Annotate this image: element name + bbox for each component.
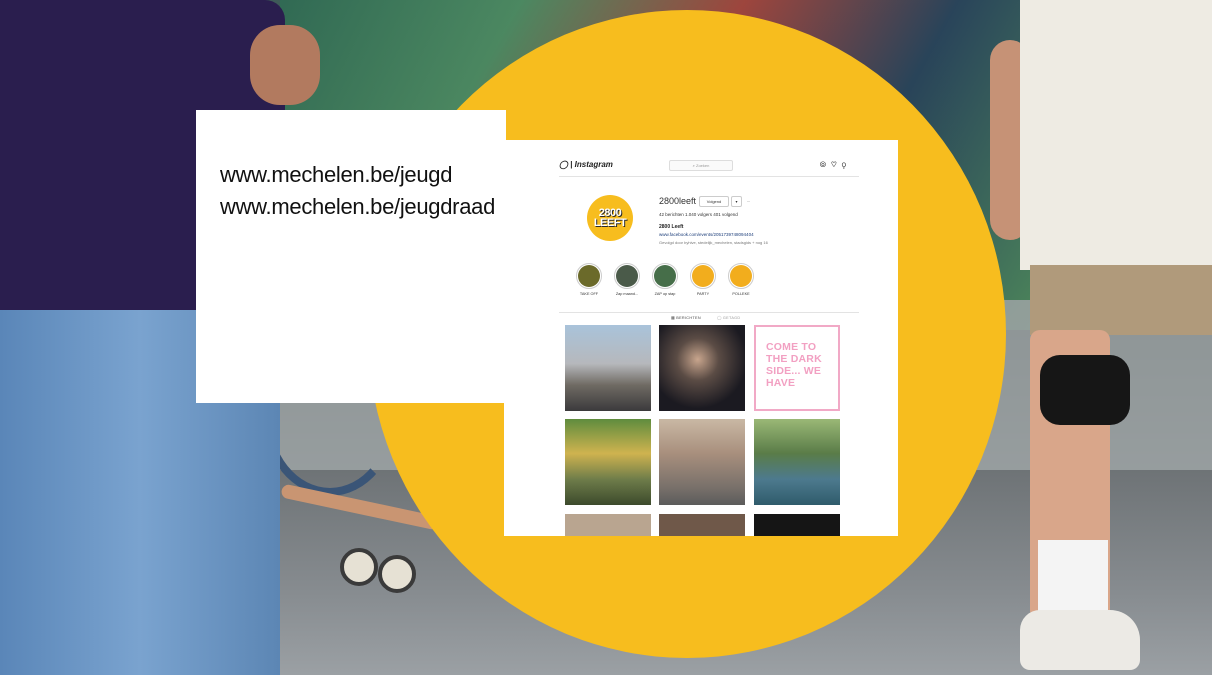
photo-grid: COME TO THE DARK SIDE... WE HAVE <box>565 325 840 536</box>
profile-pic-text-2: LEEFT <box>593 217 627 229</box>
sneaker <box>1020 610 1140 670</box>
shorts <box>1030 265 1212 335</box>
skateboard-wheel <box>340 548 378 586</box>
compass-icon: ⦾ <box>819 160 832 169</box>
bio-followed-by: Gevolgd door byhive, stedelijk_mechelen,… <box>659 240 768 245</box>
url-jeugd[interactable]: www.mechelen.be/jeugd <box>220 162 452 188</box>
photo-tile <box>659 514 745 536</box>
photo-tile: COME TO THE DARK SIDE... WE HAVE <box>754 325 840 411</box>
highlight: PARTY <box>690 263 716 296</box>
username: 2800leeft <box>659 196 697 206</box>
white-shirt <box>1020 0 1212 270</box>
bio-link: www.facebook.com/events/2051739748094404 <box>659 232 754 237</box>
photo-tile <box>754 419 840 505</box>
photo-tile <box>754 514 840 536</box>
search-input: ⌕ Zoeken <box>669 160 733 171</box>
profile-tabs: ▦ BERICHTEN ◯ GETAGD <box>559 312 859 323</box>
photo-tile <box>565 514 651 536</box>
more-button: ... <box>746 198 751 203</box>
photo-tile <box>659 419 745 505</box>
photo-tile <box>659 325 745 411</box>
skateboard-wheel <box>378 555 416 593</box>
instagram-wordmark: Instagram <box>574 160 613 169</box>
nav-icons: ⦾♡⚲ <box>820 160 851 170</box>
knee-pad <box>1040 355 1130 425</box>
url-jeugdraad[interactable]: www.mechelen.be/jeugdraad <box>220 194 495 220</box>
tab-tagged: ◯ GETAGD <box>717 316 741 320</box>
follow-button: Volgend <box>699 196 729 207</box>
profile-picture: 2800 LEEFT <box>587 195 633 241</box>
tab-posts: ▦ BERICHTEN <box>671 316 701 320</box>
arm <box>250 25 320 105</box>
highlight: Zap maand... <box>614 263 640 296</box>
highlight: ZAP op stap <box>652 263 678 296</box>
bio-name: 2800 Leeft <box>659 224 684 230</box>
instagram-top-bar: ◯ | Instagram ⌕ Zoeken ⦾♡⚲ <box>559 160 859 177</box>
photo-tile <box>565 419 651 505</box>
instagram-logo: ◯ | Instagram <box>559 160 613 169</box>
dropdown-button: ▾ <box>731 196 742 207</box>
instagram-screenshot: ◯ | Instagram ⌕ Zoeken ⦾♡⚲ 2800 LEEFT 28… <box>504 140 898 536</box>
user-icon: ⚲ <box>841 160 851 169</box>
highlight: POLLEKE <box>728 263 754 296</box>
profile-stats: 42 berichten 1.040 volgers 401 volgend <box>659 212 738 217</box>
highlight: TAKE OFF <box>576 263 602 296</box>
tile-text: COME TO THE DARK SIDE... WE HAVE <box>766 341 822 389</box>
heart-icon: ♡ <box>831 160 842 169</box>
story-highlights: TAKE OFF Zap maand... ZAP op stap PARTY … <box>576 263 826 303</box>
instagram-camera-icon: ◯ <box>559 160 568 169</box>
search-placeholder: Zoeken <box>696 163 710 168</box>
photo-tile <box>565 325 651 411</box>
url-card: www.mechelen.be/jeugd www.mechelen.be/je… <box>196 110 506 403</box>
